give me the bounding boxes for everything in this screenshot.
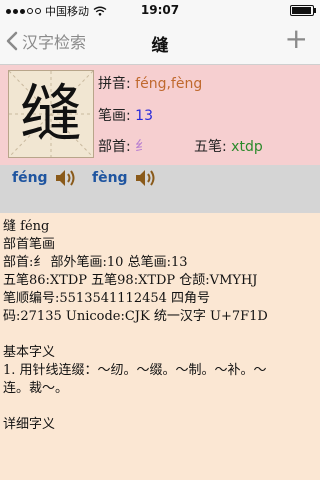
status-time: 19:07 <box>140 3 180 17</box>
status-bar: 中国移动 19:07 <box>0 0 320 20</box>
character-header: 缝 拼音: féng,fèng 笔画: 13 部首: 纟 五笔: xtdp <box>0 65 320 165</box>
character-glyph: 缝 <box>19 77 82 150</box>
radical-stroke-info: 部首:纟 部外笔画:10 总笔画:13 <box>3 255 188 270</box>
entry-heading: 缝 féng <box>3 219 50 234</box>
speaker-icon <box>135 170 155 186</box>
section-title: 部首笔画 <box>3 237 56 252</box>
pinyin-label: 拼音: <box>98 76 131 92</box>
section-title: 详细字义 <box>3 417 56 432</box>
pronunciation-feng2[interactable]: féng <box>12 165 78 191</box>
pronunciation-label: féng <box>12 170 48 186</box>
definition-content: 缝 féng 部首笔画 部首:纟 部外笔画:10 总笔画:13 五笔86:XTD… <box>3 218 319 434</box>
definition-line: 1. 用针线连缀：～纫。～缀。～制。～补。～ <box>3 363 267 378</box>
wubi-value: xtdp <box>231 139 263 155</box>
strokes-value: 13 <box>135 108 153 124</box>
battery-icon <box>290 5 316 16</box>
page-title: 缝 <box>151 36 169 56</box>
pinyin-value: féng,fèng <box>135 76 203 92</box>
pronunciation-feng4[interactable]: fèng <box>92 165 158 191</box>
character-tile: 缝 <box>8 70 94 158</box>
stroke-order-info: 笔顺编号:5513541112454 四角号 <box>3 291 211 306</box>
input-codes: 五笔86:XTDP 五笔98:XTDP 仓颉:VMYHJ <box>3 273 258 288</box>
definition-line: 连。裁～。 <box>3 381 69 396</box>
pronunciation-label: fèng <box>92 170 128 186</box>
wubi-row: 五笔: xtdp <box>194 136 263 156</box>
pronunciation-bar: féng fèng <box>0 165 320 213</box>
radical-value: 纟 <box>135 139 150 155</box>
section-title: 基本字义 <box>3 345 56 360</box>
strokes-label: 笔画: <box>98 108 131 124</box>
navigation-bar: 汉字检索 缝 + <box>0 20 320 65</box>
wubi-label: 五笔: <box>194 139 227 155</box>
unicode-info: 码:27135 Unicode:CJK 统一汉字 U+7F1D <box>3 309 268 324</box>
pinyin-row: 拼音: féng,fèng <box>98 73 202 93</box>
radical-label: 部首: <box>98 139 131 155</box>
speaker-icon <box>55 170 75 186</box>
strokes-row: 笔画: 13 <box>98 105 153 125</box>
add-button[interactable]: + <box>285 24 308 54</box>
radical-row: 部首: 纟 <box>98 136 149 156</box>
